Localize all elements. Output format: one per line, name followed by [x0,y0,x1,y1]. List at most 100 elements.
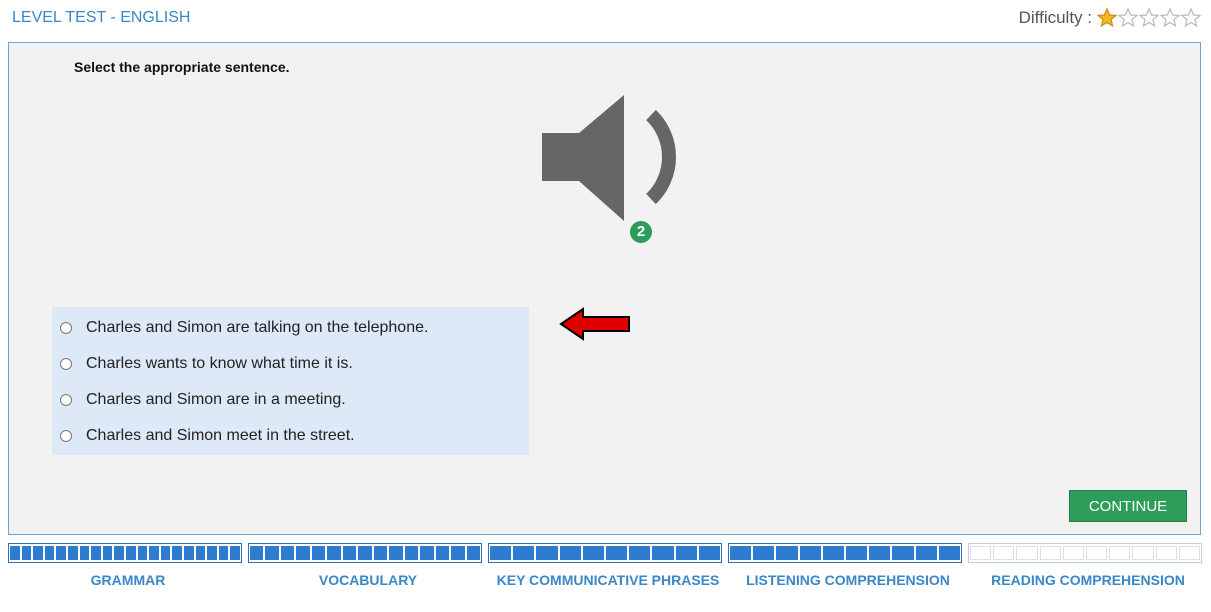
progress-cell-filled [559,546,581,560]
radio-button[interactable] [60,430,72,442]
section-label: KEY COMMUNICATIVE PHRASES [496,572,720,588]
progress-cell-filled [183,546,194,560]
radio-button[interactable] [60,358,72,370]
progress-cell-filled [207,546,217,560]
difficulty-indicator: Difficulty : [1019,8,1201,28]
progress-cell-filled [21,546,32,560]
star-empty-icon [1139,8,1159,28]
progress-cell-filled [629,546,651,560]
progress-cell-filled [938,546,961,560]
progress-cell-filled [114,546,124,560]
page-title: LEVEL TEST - ENGLISH [12,9,191,26]
speaker-icon[interactable] [539,95,689,245]
difficulty-label: Difficulty : [1018,8,1092,27]
progress-cell-filled [137,546,148,560]
answer-option[interactable]: Charles and Simon are talking on the tel… [52,310,529,346]
progress-cell-filled [536,546,558,560]
progress-cell-filled [327,546,341,560]
progress-cell-filled [33,546,43,560]
answer-options: Charles and Simon are talking on the tel… [52,307,529,455]
progress-cell-filled [799,546,821,560]
section-label: GRAMMAR [90,572,166,588]
progress-cell-filled [280,546,295,560]
progress-cell-empty [1039,546,1061,560]
plays-remaining-badge: 2 [630,221,652,243]
progress-cell-filled [652,546,674,560]
progress-cell-empty [1132,546,1154,560]
option-text: Charles and Simon meet in the street. [86,427,355,444]
progress-cell-filled [869,546,891,560]
progress-cell-filled [582,546,605,560]
red-arrow-icon [559,307,630,341]
progress-cell-empty [1086,546,1108,560]
progress-cell-filled [149,546,159,560]
progress-segment [488,543,722,563]
progress-cell-filled [675,546,697,560]
progress-cell-empty [993,546,1015,560]
progress-cell-filled [846,546,868,560]
progress-cell-filled [730,546,752,560]
progress-cell-filled [753,546,775,560]
progress-cell-filled [404,546,419,560]
progress-segment [8,543,242,563]
question-panel: Select the appropriate sentence. 2 Charl… [8,42,1201,535]
progress-cell-empty [1109,546,1131,560]
progress-cell-filled [698,546,721,560]
option-text: Charles wants to know what time it is. [86,355,353,372]
star-empty-icon [1181,8,1201,28]
progress-cell-filled [56,546,66,560]
progress-cell-filled [822,546,845,560]
progress-cell-filled [915,546,937,560]
progress-cell-filled [606,546,628,560]
progress-cell-filled [91,546,101,560]
progress-cell-filled [250,546,264,560]
progress-segment [248,543,482,563]
progress-cell-filled [102,546,113,560]
progress-cell-filled [125,546,136,560]
difficulty-stars [1096,8,1201,28]
progress-cell-filled [892,546,914,560]
answer-option[interactable]: Charles and Simon meet in the street. [52,418,529,454]
progress-cell-filled [296,546,310,560]
progress-cell-filled [67,546,78,560]
progress-cell-filled [195,546,206,560]
section-label: READING COMPREHENSION [991,572,1185,588]
section-label: LISTENING COMPREHENSION [746,572,950,588]
option-text: Charles and Simon are in a meeting. [86,391,346,408]
answer-option[interactable]: Charles wants to know what time it is. [52,346,529,382]
star-empty-icon [1160,8,1180,28]
progress-cell-filled [776,546,798,560]
continue-button[interactable]: CONTINUE [1069,490,1187,522]
section-labels: GRAMMAR VOCABULARY KEY COMMUNICATIVE PHRAS… [8,572,1201,589]
progress-cell-filled [490,546,512,560]
progress-cell-filled [265,546,279,560]
progress-cell-empty [1062,546,1085,560]
progress-segment [968,543,1202,563]
progress-cell-filled [311,546,326,560]
option-text: Charles and Simon are talking on the tel… [86,319,429,336]
star-filled-icon [1097,8,1117,28]
progress-cell-empty [1178,546,1201,560]
progress-cell-filled [79,546,90,560]
progress-cell-filled [451,546,465,560]
question-prompt: Select the appropriate sentence. [74,59,290,75]
radio-button[interactable] [60,322,72,334]
section-label: VOCABULARY [318,572,418,588]
progress-cell-filled [44,546,55,560]
progress-cell-empty [970,546,992,560]
progress-cell-filled [160,546,171,560]
star-empty-icon [1118,8,1138,28]
radio-button[interactable] [60,394,72,406]
progress-cell-filled [172,546,182,560]
progress-cell-filled [230,546,240,560]
progress-cell-filled [342,546,357,560]
progress-cell-filled [389,546,403,560]
progress-cell-filled [420,546,434,560]
progress-cell-empty [1155,546,1177,560]
progress-cell-filled [513,546,535,560]
progress-cell-filled [373,546,388,560]
answer-option[interactable]: Charles and Simon are in a meeting. [52,382,529,418]
progress-cell-filled [218,546,229,560]
progress-cell-filled [466,546,481,560]
progress-segment [728,543,962,563]
